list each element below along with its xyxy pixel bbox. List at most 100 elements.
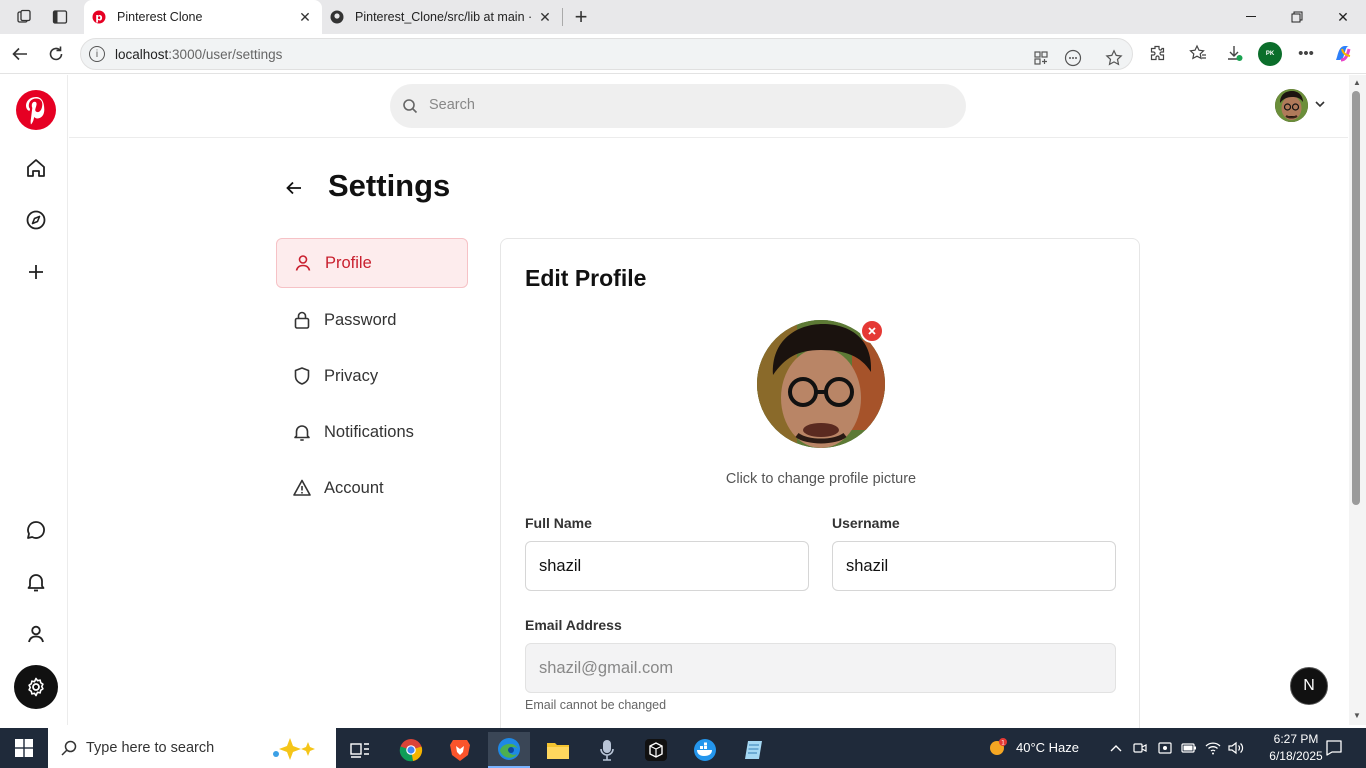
- workspaces-icon[interactable]: [13, 6, 35, 28]
- close-tab-icon[interactable]: ✕: [296, 8, 314, 26]
- favorites-icon[interactable]: [1188, 43, 1208, 63]
- username-label: Username: [832, 515, 900, 531]
- browser-profile-avatar[interactable]: PK: [1258, 42, 1282, 66]
- search-highlights-icon[interactable]: [264, 736, 324, 766]
- search-icon: [402, 98, 418, 114]
- url-field[interactable]: i localhost:3000/user/settings: [80, 38, 1133, 70]
- full-name-field[interactable]: shazil: [525, 541, 809, 591]
- reload-icon[interactable]: [44, 42, 68, 66]
- windows-taskbar: Type here to search 1 40°C Haze 6:27 PM …: [0, 728, 1366, 768]
- docker-icon[interactable]: [684, 732, 726, 768]
- svg-text:p: p: [95, 13, 102, 24]
- nextjs-dev-badge[interactable]: N: [1290, 667, 1328, 705]
- taskbar-search-input[interactable]: Type here to search: [48, 728, 336, 768]
- chrome-icon[interactable]: [390, 732, 432, 768]
- restore-icon[interactable]: [1274, 0, 1320, 34]
- settings-menu-account[interactable]: Account: [276, 463, 468, 513]
- browser-tab-bar: p Pinterest Clone ✕ Pinterest_Clone/src/…: [0, 0, 1366, 34]
- card-heading: Edit Profile: [525, 265, 647, 291]
- settings-menu-notifications[interactable]: Notifications: [276, 407, 468, 457]
- weather-text[interactable]: 40°C Haze: [1016, 740, 1079, 755]
- screen-capture-icon[interactable]: [1157, 740, 1173, 756]
- scroll-up-icon[interactable]: ▲: [1353, 78, 1361, 87]
- email-field: shazil@gmail.com: [525, 643, 1116, 693]
- close-tab-icon[interactable]: ✕: [536, 8, 554, 26]
- remove-photo-icon[interactable]: [860, 319, 884, 343]
- clock-time: 6:27 PM: [1273, 732, 1319, 746]
- profile-user-icon[interactable]: [24, 622, 48, 646]
- pinterest-logo-icon[interactable]: [16, 90, 56, 130]
- edge-icon[interactable]: [488, 732, 530, 768]
- search-icon: [60, 739, 78, 757]
- full-name-label: Full Name: [525, 515, 592, 531]
- tab-title: Pinterest_Clone/src/lib at main · N: [355, 10, 536, 24]
- settings-menu-label: Privacy: [324, 366, 379, 385]
- svg-text:1: 1: [1001, 740, 1005, 747]
- downloads-icon[interactable]: [1224, 43, 1244, 63]
- weather-icon[interactable]: 1: [986, 736, 1008, 758]
- warning-icon: [291, 477, 313, 499]
- system-clock[interactable]: 6:27 PM 6/18/2025: [1266, 731, 1326, 765]
- settings-menu-profile[interactable]: Profile: [276, 238, 468, 288]
- cursor-app-icon[interactable]: [635, 732, 677, 768]
- wifi-icon[interactable]: [1205, 740, 1221, 756]
- settings-menu-privacy[interactable]: Privacy: [276, 351, 468, 401]
- username-field[interactable]: shazil: [832, 541, 1116, 591]
- email-help-text: Email cannot be changed: [525, 698, 667, 712]
- app-available-icon[interactable]: [1031, 48, 1051, 68]
- page-title: Settings: [328, 168, 451, 203]
- extensions-icon[interactable]: [1147, 43, 1167, 63]
- url-text: localhost:3000/user/settings: [115, 47, 283, 62]
- messages-icon[interactable]: [24, 518, 48, 542]
- task-view-icon[interactable]: [339, 732, 381, 768]
- lock-icon: [291, 309, 313, 331]
- page-scrollbar[interactable]: ▲ ▼: [1349, 75, 1366, 725]
- tab-divider: [562, 8, 563, 26]
- explore-compass-icon[interactable]: [24, 208, 48, 232]
- user-avatar[interactable]: [1275, 89, 1308, 122]
- settings-menu-password[interactable]: Password: [276, 295, 468, 345]
- more-options-icon[interactable]: •••: [1296, 43, 1316, 63]
- voice-recorder-icon[interactable]: [586, 732, 628, 768]
- brave-icon[interactable]: [439, 732, 481, 768]
- clock-date: 6/18/2025: [1269, 749, 1323, 763]
- notifications-bell-icon[interactable]: [24, 570, 48, 594]
- profile-picture-hint: Click to change profile picture: [725, 471, 917, 487]
- edit-profile-card: Edit Profile Click to change profile pic…: [500, 238, 1140, 738]
- create-plus-icon[interactable]: [24, 260, 48, 284]
- home-icon[interactable]: [24, 156, 48, 180]
- user-icon: [292, 252, 314, 274]
- shield-icon: [291, 365, 313, 387]
- minimize-icon[interactable]: [1228, 0, 1274, 34]
- meet-now-icon[interactable]: [1132, 740, 1148, 756]
- search-placeholder: Search: [429, 97, 475, 113]
- settings-menu-label: Account: [324, 478, 384, 497]
- chevron-down-icon[interactable]: [1313, 97, 1327, 111]
- volume-icon[interactable]: [1228, 740, 1244, 756]
- close-window-icon[interactable]: ✕: [1320, 0, 1366, 34]
- tab-github[interactable]: Pinterest_Clone/src/lib at main · N ✕: [322, 0, 562, 34]
- new-tab-icon[interactable]: +: [569, 4, 593, 29]
- pinterest-favicon-icon: p: [92, 10, 106, 24]
- address-bar: i localhost:3000/user/settings PK •••: [0, 34, 1366, 74]
- notification-center-icon[interactable]: [1325, 739, 1343, 757]
- github-favicon-icon: [330, 10, 344, 24]
- notes-app-icon[interactable]: [733, 732, 775, 768]
- back-arrow-icon[interactable]: [282, 176, 306, 200]
- vertical-tabs-icon[interactable]: [49, 6, 71, 28]
- scrollbar-thumb[interactable]: [1352, 91, 1360, 505]
- site-info-icon[interactable]: i: [89, 46, 105, 62]
- settings-gear-icon[interactable]: [14, 665, 58, 709]
- windows-start-icon[interactable]: [0, 728, 48, 768]
- copilot-icon[interactable]: [1333, 43, 1353, 63]
- search-input[interactable]: Search: [390, 84, 966, 128]
- scroll-down-icon[interactable]: ▼: [1353, 711, 1361, 720]
- tab-pinterest-clone[interactable]: p Pinterest Clone ✕: [84, 0, 322, 34]
- settings-menu-label: Password: [324, 310, 397, 329]
- show-hidden-icons-chevron-icon[interactable]: [1108, 740, 1124, 756]
- file-explorer-icon[interactable]: [537, 732, 579, 768]
- reading-mode-icon[interactable]: [1063, 48, 1083, 68]
- favorite-star-icon[interactable]: [1104, 48, 1124, 68]
- battery-icon[interactable]: [1181, 740, 1197, 756]
- back-arrow-icon[interactable]: [8, 42, 32, 66]
